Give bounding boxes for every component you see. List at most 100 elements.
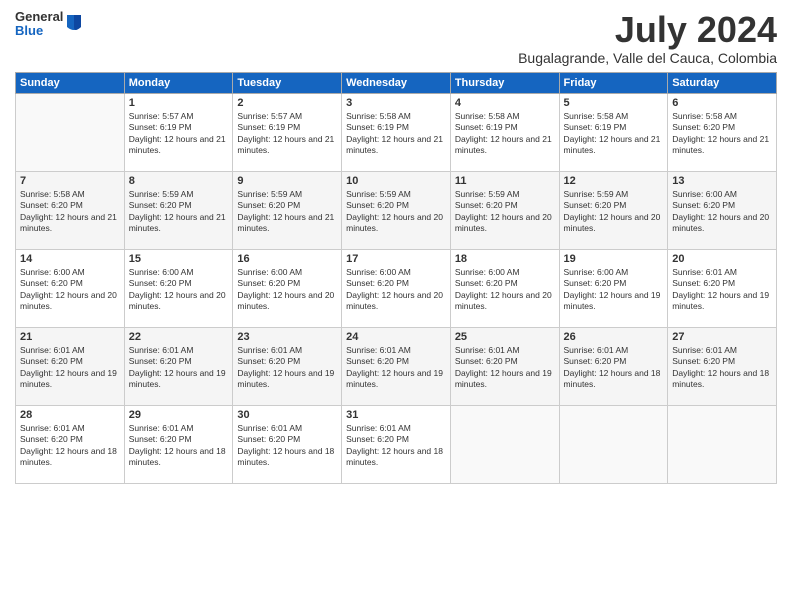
calendar-cell [559, 405, 668, 483]
day-number: 17 [346, 253, 446, 265]
day-info: Sunrise: 6:01 AM Sunset: 6:20 PM Dayligh… [672, 267, 772, 313]
calendar-cell: 9Sunrise: 5:59 AM Sunset: 6:20 PM Daylig… [233, 171, 342, 249]
day-info: Sunrise: 6:01 AM Sunset: 6:20 PM Dayligh… [237, 423, 337, 469]
day-number: 24 [346, 331, 446, 343]
day-info: Sunrise: 5:58 AM Sunset: 6:20 PM Dayligh… [20, 189, 120, 235]
calendar-cell: 24 Sunrise: 6:01 AM Sunset: 6:20 PM Dayli… [342, 327, 451, 405]
day-number: 27 [672, 331, 772, 343]
day-info: Sunrise: 5:58 AM Sunset: 6:19 PM Dayligh… [455, 111, 555, 157]
day-info: Sunrise: 5:59 AM Sunset: 6:20 PM Dayligh… [564, 189, 664, 235]
calendar-cell: 30 Sunrise: 6:01 AM Sunset: 6:20 PM Dayli… [233, 405, 342, 483]
day-number: 26 [564, 331, 664, 343]
day-number: 1 [129, 97, 229, 109]
day-number: 7 [20, 175, 120, 187]
calendar-week: 1 Sunrise: 5:57 AM Sunset: 6:19 PM Daylig… [16, 93, 777, 171]
calendar-table: SundayMondayTuesdayWednesdayThursdayFrid… [15, 72, 777, 484]
day-info: Sunrise: 5:59 AM Sunset: 6:20 PM Dayligh… [455, 189, 555, 235]
calendar-cell: 17 Sunrise: 6:00 AM Sunset: 6:20 PM Dayli… [342, 249, 451, 327]
day-info: Sunrise: 6:00 AM Sunset: 6:20 PM Dayligh… [672, 189, 772, 235]
calendar-cell: 4Sunrise: 5:58 AM Sunset: 6:19 PM Daylig… [450, 93, 559, 171]
day-info: Sunrise: 6:01 AM Sunset: 6:20 PM Dayligh… [20, 423, 120, 469]
calendar-cell: 22Sunrise: 6:01 AM Sunset: 6:20 PM Dayli… [124, 327, 233, 405]
calendar-cell [16, 93, 125, 171]
header-row: SundayMondayTuesdayWednesdayThursdayFrid… [16, 72, 777, 93]
day-number: 15 [129, 253, 229, 265]
day-info: Sunrise: 6:01 AM Sunset: 6:20 PM Dayligh… [346, 345, 446, 391]
day-info: Sunrise: 5:58 AM Sunset: 6:19 PM Dayligh… [346, 111, 446, 157]
calendar-cell: 16Sunrise: 6:00 AM Sunset: 6:20 PM Dayli… [233, 249, 342, 327]
day-header: Thursday [450, 72, 559, 93]
day-header: Monday [124, 72, 233, 93]
day-info: Sunrise: 6:00 AM Sunset: 6:20 PM Dayligh… [20, 267, 120, 313]
calendar-cell: 14 Sunrise: 6:00 AM Sunset: 6:20 PM Dayli… [16, 249, 125, 327]
day-number: 28 [20, 409, 120, 421]
day-header: Saturday [668, 72, 777, 93]
day-number: 3 [346, 97, 446, 109]
day-number: 31 [346, 409, 446, 421]
calendar-week: 21 Sunrise: 6:01 AM Sunset: 6:20 PM Dayli… [16, 327, 777, 405]
page: General Blue July 2024 Bugalagrande, Val… [0, 0, 792, 612]
calendar-cell: 8 Sunrise: 5:59 AM Sunset: 6:20 PM Daylig… [124, 171, 233, 249]
logo-general: General [15, 10, 63, 24]
calendar-cell [668, 405, 777, 483]
day-number: 19 [564, 253, 664, 265]
day-number: 30 [237, 409, 337, 421]
day-number: 10 [346, 175, 446, 187]
month-year: July 2024 [518, 10, 777, 50]
day-info: Sunrise: 6:01 AM Sunset: 6:20 PM Dayligh… [564, 345, 664, 391]
calendar-cell: 2Sunrise: 5:57 AM Sunset: 6:19 PM Daylig… [233, 93, 342, 171]
day-number: 16 [237, 253, 337, 265]
day-header: Tuesday [233, 72, 342, 93]
day-header: Wednesday [342, 72, 451, 93]
title-block: July 2024 Bugalagrande, Valle del Cauca,… [518, 10, 777, 66]
calendar-cell [450, 405, 559, 483]
day-number: 21 [20, 331, 120, 343]
day-info: Sunrise: 6:00 AM Sunset: 6:20 PM Dayligh… [129, 267, 229, 313]
day-number: 29 [129, 409, 229, 421]
calendar-cell: 26 Sunrise: 6:01 AM Sunset: 6:20 PM Dayli… [559, 327, 668, 405]
header: General Blue July 2024 Bugalagrande, Val… [15, 10, 777, 66]
day-number: 8 [129, 175, 229, 187]
logo-icon [65, 13, 83, 35]
calendar-cell: 20 Sunrise: 6:01 AM Sunset: 6:20 PM Dayli… [668, 249, 777, 327]
day-info: Sunrise: 5:59 AM Sunset: 6:20 PM Dayligh… [346, 189, 446, 235]
day-info: Sunrise: 5:59 AM Sunset: 6:20 PM Dayligh… [129, 189, 229, 235]
day-info: Sunrise: 6:01 AM Sunset: 6:20 PM Dayligh… [129, 423, 229, 469]
calendar-cell: 15 Sunrise: 6:00 AM Sunset: 6:20 PM Dayli… [124, 249, 233, 327]
calendar-cell: 3 Sunrise: 5:58 AM Sunset: 6:19 PM Daylig… [342, 93, 451, 171]
calendar-cell: 18Sunrise: 6:00 AM Sunset: 6:20 PM Dayli… [450, 249, 559, 327]
day-number: 23 [237, 331, 337, 343]
location: Bugalagrande, Valle del Cauca, Colombia [518, 50, 777, 66]
day-info: Sunrise: 6:01 AM Sunset: 6:20 PM Dayligh… [455, 345, 555, 391]
day-number: 20 [672, 253, 772, 265]
day-number: 13 [672, 175, 772, 187]
calendar-cell: 12 Sunrise: 5:59 AM Sunset: 6:20 PM Dayli… [559, 171, 668, 249]
logo-text: General Blue [15, 10, 63, 39]
day-info: Sunrise: 6:01 AM Sunset: 6:20 PM Dayligh… [672, 345, 772, 391]
calendar-cell: 6Sunrise: 5:58 AM Sunset: 6:20 PM Daylig… [668, 93, 777, 171]
calendar-week: 7 Sunrise: 5:58 AM Sunset: 6:20 PM Daylig… [16, 171, 777, 249]
calendar-week: 28 Sunrise: 6:01 AM Sunset: 6:20 PM Dayli… [16, 405, 777, 483]
calendar-cell: 31 Sunrise: 6:01 AM Sunset: 6:20 PM Dayli… [342, 405, 451, 483]
day-number: 6 [672, 97, 772, 109]
calendar-cell: 1 Sunrise: 5:57 AM Sunset: 6:19 PM Daylig… [124, 93, 233, 171]
calendar-cell: 27 Sunrise: 6:01 AM Sunset: 6:20 PM Dayli… [668, 327, 777, 405]
calendar-cell: 10 Sunrise: 5:59 AM Sunset: 6:20 PM Dayli… [342, 171, 451, 249]
day-info: Sunrise: 6:00 AM Sunset: 6:20 PM Dayligh… [346, 267, 446, 313]
day-number: 18 [455, 253, 555, 265]
day-info: Sunrise: 6:01 AM Sunset: 6:20 PM Dayligh… [237, 345, 337, 391]
logo-blue: Blue [15, 24, 63, 38]
day-number: 14 [20, 253, 120, 265]
day-info: Sunrise: 5:58 AM Sunset: 6:19 PM Dayligh… [564, 111, 664, 157]
day-info: Sunrise: 6:01 AM Sunset: 6:20 PM Dayligh… [346, 423, 446, 469]
calendar-cell: 23 Sunrise: 6:01 AM Sunset: 6:20 PM Dayli… [233, 327, 342, 405]
day-info: Sunrise: 5:59 AM Sunset: 6:20 PM Dayligh… [237, 189, 337, 235]
day-info: Sunrise: 6:00 AM Sunset: 6:20 PM Dayligh… [564, 267, 664, 313]
day-info: Sunrise: 6:01 AM Sunset: 6:20 PM Dayligh… [20, 345, 120, 391]
calendar-week: 14 Sunrise: 6:00 AM Sunset: 6:20 PM Dayli… [16, 249, 777, 327]
calendar-cell: 28 Sunrise: 6:01 AM Sunset: 6:20 PM Dayli… [16, 405, 125, 483]
day-info: Sunrise: 5:57 AM Sunset: 6:19 PM Dayligh… [129, 111, 229, 157]
day-header: Friday [559, 72, 668, 93]
day-number: 2 [237, 97, 337, 109]
day-number: 12 [564, 175, 664, 187]
